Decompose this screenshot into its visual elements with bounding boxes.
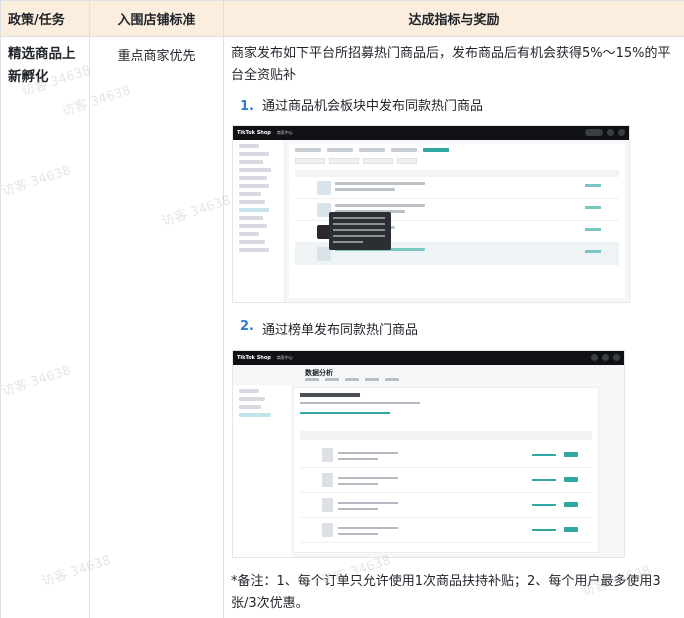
footnote: *备注：1、每个订单只允许使用1次商品扶持补贴；2、每个用户最多使用3张/3次优… [231,574,661,611]
step-1-text: 通过商品机会板块中发布同款热门商品 [261,99,483,114]
shop-standard: 重点商家优先 [117,49,196,64]
product-tooltip [329,212,391,250]
screenshot2-topbar: TikTok Shop 商家中心 [233,351,624,365]
policy-table: 政策/任务 入围店铺标准 达成指标与奖励 精选商品上新孵化 重点商家优先 商家发… [0,0,684,618]
analytics-title: 数据分析 [305,369,333,377]
ranking-panel [293,387,599,553]
header-policy: 政策/任务 [1,1,90,37]
policy-name: 精选商品上新孵化 [8,46,76,85]
policy-cell: 精选商品上新孵化 [1,37,90,618]
product-opportunity-screenshot: TikTok Shop 商家中心 [232,125,630,303]
step-2: 2. 通过榜单发布同款热门商品 [240,319,418,338]
step-2-text: 通过榜单发布同款热门商品 [261,323,418,338]
screenshot2-nav-label: 商家中心 [276,355,293,360]
screenshot-topbar: TikTok Shop 商家中心 [233,126,629,140]
reward-cell: 商家发布如下平台所招募热门商品后，发布商品后有机会获得5%～15%的平台全资贴补… [224,37,684,618]
header-reward: 达成指标与奖励 [224,1,684,37]
tiktok-shop-logo-2: TikTok Shop [237,354,271,361]
screenshot2-sidebar [233,385,291,557]
header-reward-label: 达成指标与奖励 [408,13,500,28]
step-2-number: 2. [240,319,254,334]
header-policy-label: 政策/任务 [8,13,65,28]
screenshot-sidebar [233,140,285,302]
step-1: 1. 通过商品机会板块中发布同款热门商品 [240,96,678,118]
screenshot-nav-label: 商家中心 [276,130,293,135]
ranking-list-screenshot: TikTok Shop 商家中心 数据分析 [232,350,625,558]
header-standard-label: 入围店铺标准 [117,13,196,28]
reward-intro: 商家发布如下平台所招募热门商品后，发布商品后有机会获得5%～15%的平台全资贴补 [231,46,671,83]
step-1-number: 1. [240,99,254,114]
standard-cell: 重点商家优先 [90,37,224,618]
tiktok-shop-logo: TikTok Shop [237,129,271,136]
header-standard: 入围店铺标准 [90,1,224,37]
